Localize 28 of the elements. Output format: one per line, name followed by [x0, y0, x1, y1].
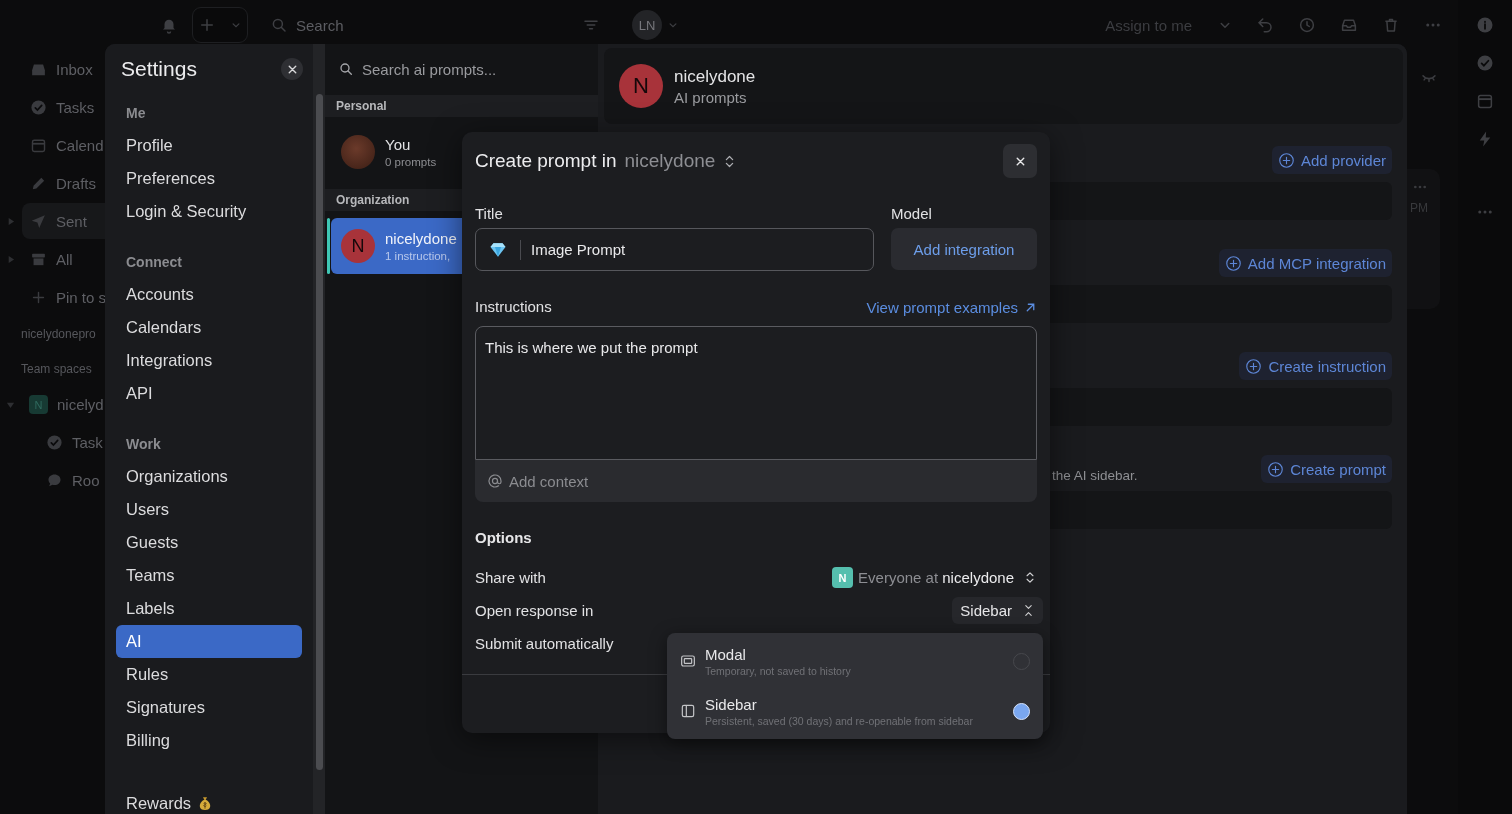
option-title: Modal	[705, 645, 747, 663]
nav-section-heading: Work	[125, 435, 162, 454]
avatar: N	[341, 229, 375, 263]
option-label: Share with	[475, 569, 546, 586]
field-label: Instructions	[475, 298, 552, 316]
avatar: N	[619, 64, 663, 108]
section-header: Personal	[325, 95, 598, 117]
nav-section-heading: Connect	[125, 253, 183, 272]
workspace-label: nicelydonepro	[20, 325, 97, 343]
nav-section-heading: Me	[125, 104, 147, 123]
prompt-count: 1 instruction,	[385, 250, 452, 262]
section-heading: Team spaces	[20, 360, 93, 378]
option-label: Submit automatically	[475, 635, 614, 652]
owner-name: nicelydone	[385, 230, 457, 247]
section-heading: Options	[475, 529, 533, 547]
option-label: Open response in	[475, 602, 594, 619]
owner-name: You	[385, 136, 412, 153]
dialog-title: Create prompt in	[475, 150, 617, 172]
prompt-count: 0 prompts	[385, 156, 437, 168]
org-badge: N	[832, 567, 854, 588]
field-label: Model	[891, 205, 933, 223]
option-title: Sidebar	[705, 695, 758, 713]
org-name: nicelydone	[674, 66, 756, 87]
option-description: Persistent, saved (30 days) and re-openable from sidebar	[705, 714, 974, 727]
description-text: the AI sidebar.	[1051, 468, 1139, 483]
option-description: Temporary, not saved to history	[705, 664, 852, 677]
settings-title: Settings	[121, 57, 197, 81]
header-subtitle: AI prompts	[674, 88, 748, 106]
